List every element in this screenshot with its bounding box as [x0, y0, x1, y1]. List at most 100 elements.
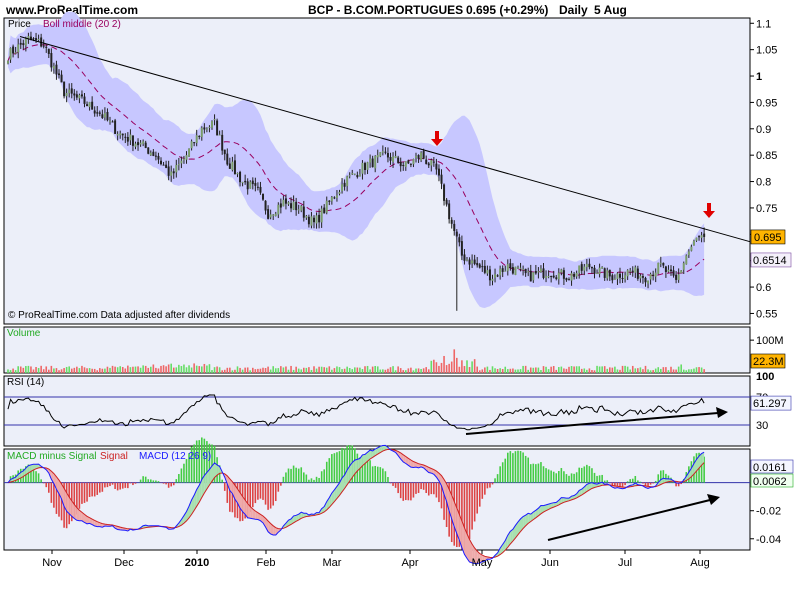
- candle-body: [655, 273, 657, 277]
- volume-bar: [520, 369, 522, 373]
- rsi-last-label: 61.297: [753, 398, 787, 410]
- candle-body: [339, 192, 341, 194]
- candle-body: [127, 137, 129, 142]
- volume-bar: [349, 368, 351, 373]
- candle-body: [15, 52, 17, 53]
- volume-bar: [275, 368, 277, 373]
- price-ytick-label: 0.8: [756, 177, 771, 189]
- macd-hist-bar: [482, 483, 484, 499]
- volume-bar: [647, 369, 649, 373]
- volume-bar: [612, 368, 614, 373]
- macd-hist-bar: [479, 483, 481, 507]
- volume-bar: [474, 359, 476, 373]
- volume-bar: [568, 367, 570, 373]
- macd-hist-bar: [405, 483, 407, 500]
- candle-body: [285, 198, 287, 203]
- volume-bar: [591, 370, 593, 373]
- volume-bar: [696, 367, 698, 373]
- candle-body: [453, 224, 455, 231]
- candle-body: [435, 164, 437, 170]
- volume-bar: [306, 368, 308, 373]
- volume-bar: [15, 370, 17, 373]
- macd-hist-bar: [38, 473, 40, 482]
- candle-body: [369, 159, 371, 163]
- candle-body: [489, 269, 491, 280]
- volume-bar: [196, 366, 198, 373]
- volume-bar: [20, 367, 22, 373]
- candle-body: [558, 273, 560, 280]
- macd-hist-bar: [267, 483, 269, 510]
- boll-mid-label: 0.6514: [753, 255, 787, 267]
- candle-body: [448, 203, 450, 219]
- volume-bar: [232, 370, 234, 373]
- macd-hist-bar: [163, 483, 165, 484]
- macd-hist-bar: [540, 462, 542, 483]
- volume-bar: [670, 367, 672, 373]
- macd-hist-bar: [571, 473, 573, 482]
- volume-bar: [288, 370, 290, 373]
- volume-bar: [362, 369, 364, 373]
- volume-bar: [10, 370, 12, 373]
- volume-bar: [459, 367, 461, 373]
- volume-bar: [678, 367, 680, 373]
- candle-body: [203, 127, 205, 129]
- candle-body: [361, 163, 363, 174]
- macd-hist-bar: [183, 464, 185, 483]
- volume-bar: [313, 366, 315, 373]
- volume-bar: [119, 366, 121, 373]
- candle-body: [466, 260, 468, 261]
- volume-bar: [609, 367, 611, 373]
- candle-body: [265, 201, 267, 211]
- macd-hist-bar: [581, 468, 583, 483]
- volume-bar: [76, 367, 78, 373]
- macd-hist-bar: [316, 477, 318, 483]
- candle-body: [568, 279, 570, 280]
- volume-bar: [464, 366, 466, 373]
- candle-body: [137, 142, 139, 145]
- volume-bar: [96, 370, 98, 373]
- candle-body: [163, 165, 165, 166]
- macd-hist-bar: [119, 483, 121, 490]
- volume-bar: [311, 370, 313, 373]
- candle-body: [512, 267, 514, 273]
- candle-body: [627, 270, 629, 276]
- boll-legend: Boll middle (20 2): [43, 19, 121, 30]
- volume-bar: [58, 370, 60, 373]
- volume-bar: [262, 368, 264, 373]
- candle-body: [354, 174, 356, 175]
- candle-body: [252, 181, 254, 184]
- x-tick-label: 2010: [185, 557, 209, 569]
- volume-bar: [354, 367, 356, 373]
- macd-hist-bar: [293, 466, 295, 483]
- last-volume-label: 22.3M: [753, 356, 784, 368]
- volume-bar: [601, 366, 603, 373]
- macd-hist-bar: [533, 464, 535, 483]
- macd-hist-bar: [385, 471, 387, 482]
- macd-hist-bar: [619, 483, 621, 487]
- macd-hist-bar: [96, 483, 98, 495]
- volume-bar: [367, 366, 369, 373]
- candle-body: [336, 195, 338, 198]
- candle-body: [650, 274, 652, 279]
- volume-bar: [153, 364, 155, 373]
- volume-bar: [260, 369, 262, 373]
- candle-body: [78, 95, 80, 98]
- macd-hist-bar: [606, 480, 608, 482]
- volume-bar: [527, 370, 529, 373]
- macd-hist-bar: [433, 483, 435, 495]
- candle-body: [624, 275, 626, 279]
- candle-body: [548, 276, 550, 277]
- volume-bar: [181, 366, 183, 373]
- volume-bar: [252, 368, 254, 373]
- candle-body: [84, 97, 86, 104]
- candle-body: [560, 269, 562, 272]
- volume-bar: [489, 370, 491, 373]
- macd-hist-bar: [165, 483, 167, 485]
- volume-bar: [165, 366, 167, 373]
- macd-hist-bar: [130, 483, 132, 484]
- candle-body: [400, 162, 402, 166]
- volume-bar: [469, 367, 471, 373]
- rsi-ytick-label: 100: [756, 371, 774, 383]
- candle-body: [441, 175, 443, 184]
- volume-bar: [336, 366, 338, 373]
